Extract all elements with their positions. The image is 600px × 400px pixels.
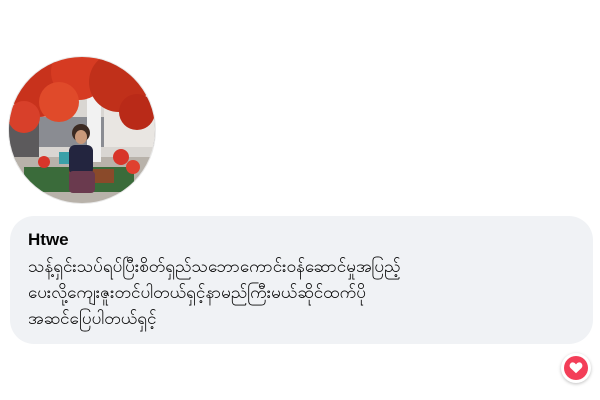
avatar[interactable] bbox=[9, 57, 155, 203]
comment-bubble: Htwe သန့်ရှင်းသပ်ရပ်ပြီးစိတ်ရှည်သဘောကောင… bbox=[10, 216, 593, 344]
comment-text: သန့်ရှင်းသပ်ရပ်ပြီးစိတ်ရှည်သဘောကောင်းဝန်… bbox=[28, 257, 401, 329]
reaction-badge[interactable] bbox=[561, 353, 591, 383]
heart-icon bbox=[569, 359, 583, 378]
comment-view: Htwe သန့်ရှင်းသပ်ရပ်ပြီးစိတ်ရှည်သဘောကောင… bbox=[0, 0, 600, 400]
avatar-photo bbox=[9, 57, 155, 203]
heart-reaction bbox=[564, 356, 588, 380]
author-name[interactable]: Htwe bbox=[28, 229, 577, 251]
